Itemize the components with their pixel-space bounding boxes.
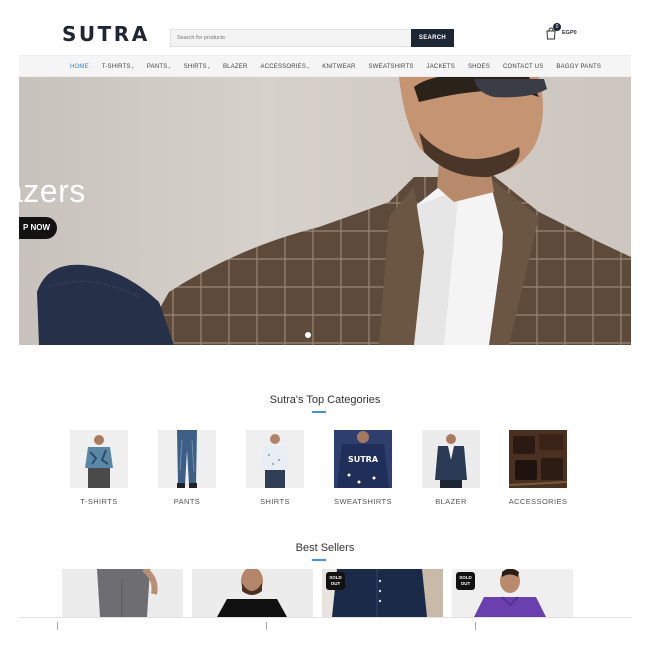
search-bar: SEARCH [170, 29, 454, 47]
nav-item-label[interactable]: ACCESSORIES [261, 64, 307, 70]
category-image-pants[interactable] [158, 430, 216, 488]
categories-row: T-SHIRTS PANTS SHIRTS SUTRA SWEATSHIRTS … [70, 430, 570, 510]
category-card[interactable]: SHIRTS [246, 430, 304, 506]
category-card[interactable]: SUTRA SWEATSHIRTS [334, 430, 392, 506]
sold-out-badge-line1: SOLD [459, 575, 472, 580]
site-header: SUTRA SEARCH 0 EGP0 [0, 0, 650, 55]
sold-out-badge-line2: OUT [460, 581, 471, 586]
nav-item-jackets[interactable]: JACKETS [427, 64, 455, 70]
hero-shop-now-button[interactable]: P NOW [19, 217, 57, 239]
footer-separator [266, 622, 267, 630]
search-button[interactable]: SEARCH [411, 29, 454, 47]
nav-item-label[interactable]: SHOES [468, 64, 490, 70]
sweatshirt-print: SUTRA [348, 455, 379, 464]
site-logo[interactable]: SUTRA [62, 22, 150, 46]
nav-item-label[interactable]: CONTACT US [503, 64, 543, 70]
nav-item-shirts[interactable]: SHIRTS ▾ [184, 64, 210, 70]
chevron-down-icon[interactable]: ▾ [168, 65, 170, 70]
category-image-blazer[interactable] [422, 430, 480, 488]
cart-total: EGP0 [562, 30, 577, 36]
product-image[interactable] [192, 569, 313, 617]
category-image-shirts[interactable] [246, 430, 304, 488]
hero-slider[interactable]: azers P NOW [19, 77, 631, 345]
nav-item-shoes[interactable]: SHOES [468, 64, 490, 70]
best-sellers-row: SOLD OUT SOLD OUT [62, 569, 574, 617]
product-image[interactable] [62, 569, 183, 617]
category-image-sweatshirts[interactable]: SUTRA [334, 430, 392, 488]
nav-item-baggy-pants[interactable]: BAGGY PANTS [556, 64, 601, 70]
categories-section-title: Sutra's Top Categories [269, 394, 381, 406]
hero-title: azers [19, 173, 86, 209]
categories-title-underline [312, 411, 326, 413]
chevron-down-icon[interactable]: ▾ [132, 65, 134, 70]
nav-item-t-shirts[interactable]: T-SHIRTS ▾ [102, 64, 134, 70]
category-card[interactable]: T-SHIRTS [70, 430, 128, 506]
chevron-down-icon[interactable]: ▾ [307, 65, 309, 70]
cart[interactable]: 0 EGP0 [544, 23, 577, 40]
product-card[interactable] [192, 569, 313, 617]
category-card[interactable]: ACCESSORIES [509, 430, 567, 506]
nav-item-contact-us[interactable]: CONTACT US [503, 64, 543, 70]
footer-separator [57, 622, 58, 630]
category-label[interactable]: BLAZER [402, 497, 500, 506]
category-label[interactable]: PANTS [138, 497, 236, 506]
nav-item-label[interactable]: JACKETS [427, 64, 455, 70]
nav-item-label[interactable]: PANTS [147, 64, 168, 70]
product-card[interactable] [62, 569, 183, 617]
product-card[interactable]: SOLD OUT [322, 569, 443, 617]
footer-separator [475, 622, 476, 630]
best-sellers-section-title: Best Sellers [295, 542, 355, 554]
nav-list: HOME T-SHIRTS ▾ PANTS ▾ SHIRTS ▾ BLAZER ACCESSOR… [70, 56, 614, 78]
slider-dot[interactable] [305, 332, 311, 338]
category-card[interactable]: BLAZER [422, 430, 480, 506]
nav-item-pants[interactable]: PANTS ▾ [147, 64, 171, 70]
nav-item-label[interactable]: KNITWEAR [322, 64, 355, 70]
hero-image [37, 77, 631, 345]
category-image-tshirts[interactable] [70, 430, 128, 488]
chevron-down-icon[interactable]: ▾ [208, 65, 210, 70]
search-input[interactable] [170, 29, 411, 47]
product-card[interactable]: SOLD OUT [452, 569, 573, 617]
nav-item-knitwear[interactable]: KNITWEAR [322, 64, 355, 70]
sold-out-badge: SOLD OUT [326, 572, 345, 590]
sold-out-badge-line2: OUT [330, 581, 341, 586]
category-image-accessories[interactable] [509, 430, 567, 488]
nav-item-accessories[interactable]: ACCESSORIES ▾ [261, 64, 310, 70]
nav-item-blazer[interactable]: BLAZER [223, 64, 248, 70]
nav-item-label[interactable]: SHIRTS [184, 64, 207, 70]
footer-divider [19, 617, 631, 618]
nav-item-home[interactable]: HOME [70, 64, 89, 70]
sold-out-badge: SOLD OUT [456, 572, 475, 590]
cart-bag-icon[interactable]: 0 [544, 23, 561, 40]
nav-item-sweatshirts[interactable]: SWEATSHIRTS [369, 64, 414, 70]
category-label[interactable]: SHIRTS [226, 497, 324, 506]
main-nav: HOME T-SHIRTS ▾ PANTS ▾ SHIRTS ▾ BLAZER ACCESSOR… [19, 55, 631, 77]
nav-item-label[interactable]: T-SHIRTS [102, 64, 131, 70]
nav-item-label[interactable]: SWEATSHIRTS [369, 64, 414, 70]
category-label[interactable]: SWEATSHIRTS [314, 497, 412, 506]
nav-item-label[interactable]: BAGGY PANTS [556, 64, 601, 70]
category-card[interactable]: PANTS [158, 430, 216, 506]
category-label[interactable]: ACCESSORIES [489, 497, 587, 506]
category-label[interactable]: T-SHIRTS [50, 497, 148, 506]
cart-count-badge: 0 [553, 23, 561, 31]
nav-item-label[interactable]: BLAZER [223, 64, 248, 70]
sold-out-badge-line1: SOLD [329, 575, 342, 580]
best-sellers-title-underline [312, 559, 326, 561]
nav-item-label[interactable]: HOME [70, 64, 89, 70]
